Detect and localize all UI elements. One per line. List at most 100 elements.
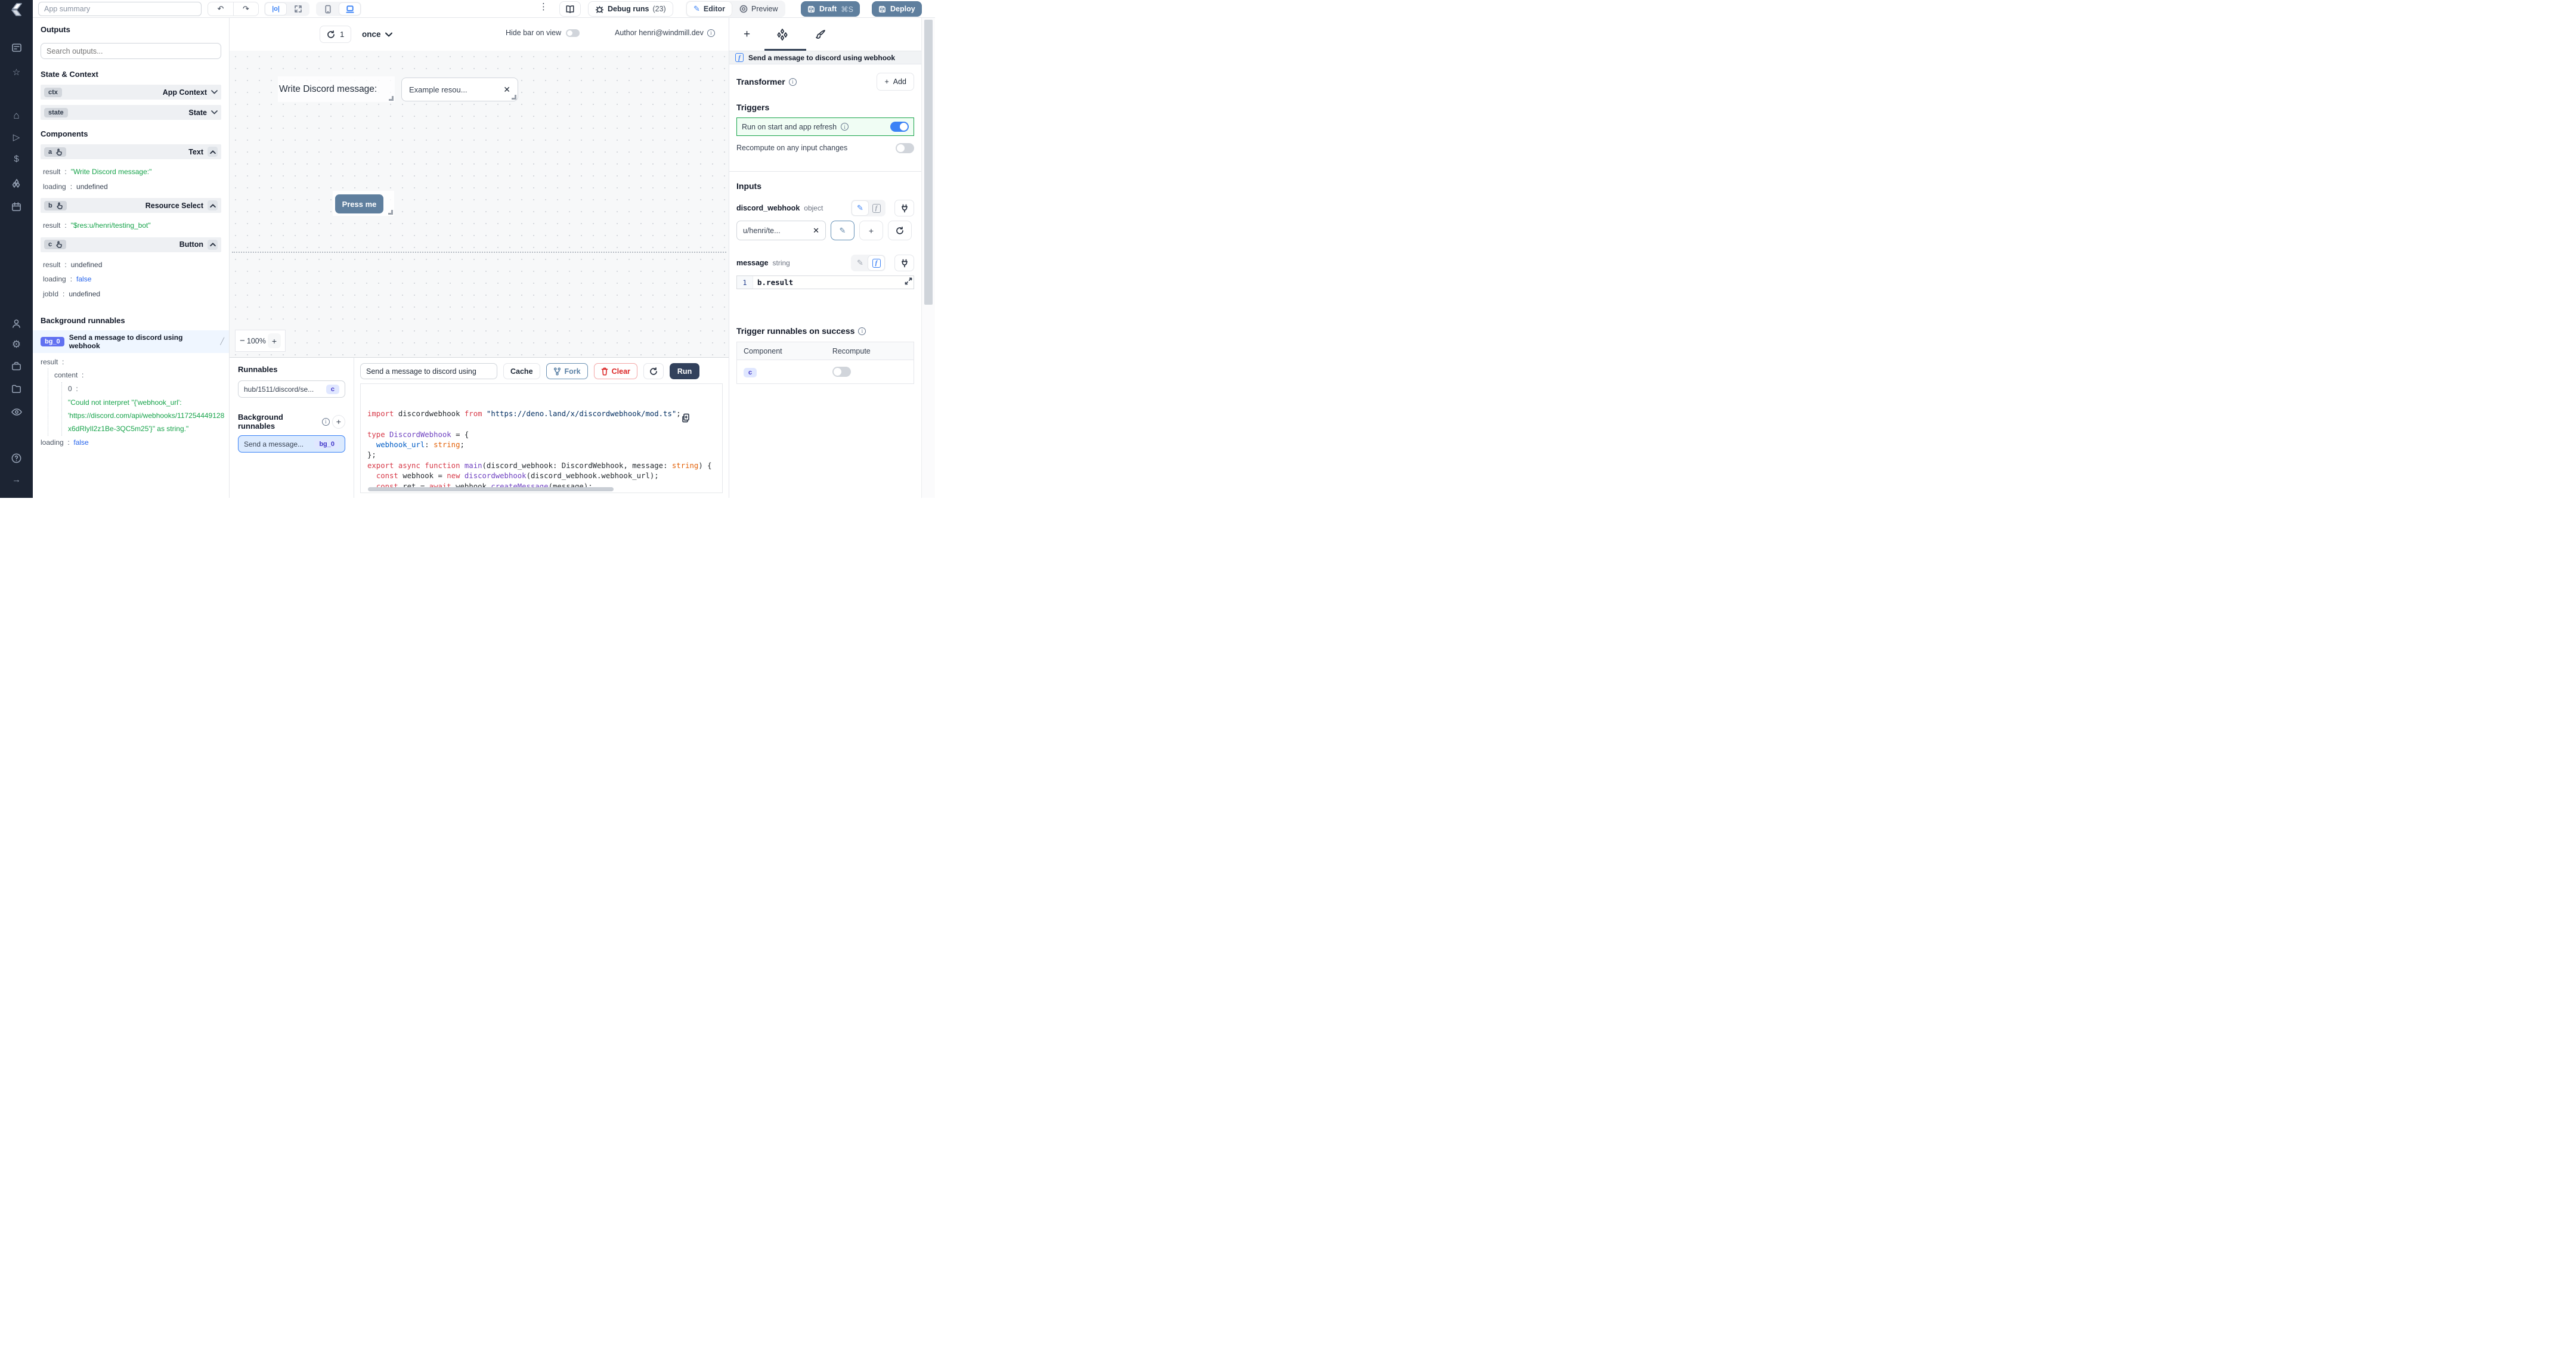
input-mode-toggle: ✎ f <box>851 200 886 216</box>
zoom-out-button[interactable]: − <box>240 336 245 346</box>
search-outputs-input[interactable] <box>41 43 221 59</box>
refresh-resource-button[interactable] <box>888 221 912 240</box>
draft-button[interactable]: Draft ⌘S <box>801 1 860 17</box>
scrollbar-track[interactable] <box>921 18 935 498</box>
pointer-hand-icon <box>57 202 63 209</box>
docs-book-button[interactable] <box>559 1 581 17</box>
resource-select-component[interactable]: Example resou... ✕ <box>401 78 518 101</box>
clear-resource-icon[interactable]: ✕ <box>813 226 819 236</box>
clear-button[interactable]: Clear <box>593 363 637 379</box>
chevron-up-icon[interactable] <box>208 200 218 211</box>
resize-handle[interactable] <box>388 210 393 215</box>
ctx-row[interactable]: ctx App Context <box>41 85 221 100</box>
align-center-icon[interactable]: |o| <box>265 3 286 15</box>
info-icon: i <box>321 417 330 426</box>
scrollbar-thumb[interactable] <box>924 20 933 305</box>
audit-eye-icon[interactable] <box>0 406 33 418</box>
resources-icon[interactable] <box>0 178 33 190</box>
fork-button[interactable]: Fork <box>546 363 588 379</box>
state-badge: state <box>44 107 68 117</box>
expand-editor-icon[interactable] <box>905 277 912 285</box>
chevron-up-icon[interactable] <box>208 239 218 250</box>
message-expression-editor[interactable]: 1 b.result <box>736 275 914 289</box>
run-on-start-toggle[interactable] <box>890 122 909 132</box>
info-icon[interactable]: i <box>841 123 849 131</box>
deploy-button[interactable]: Deploy <box>872 1 922 17</box>
add-bg-runnable-button[interactable]: + <box>332 414 345 429</box>
run-button[interactable]: Run <box>669 363 700 379</box>
canvas-grid[interactable]: Write Discord message: Example resou... … <box>230 51 729 357</box>
tab-editor[interactable]: ✎ Editor <box>687 2 732 16</box>
fullscreen-icon[interactable] <box>287 3 308 15</box>
horizontal-scrollbar[interactable] <box>368 487 614 491</box>
recompute-c-toggle[interactable] <box>832 367 851 377</box>
add-resource-button[interactable]: + <box>859 221 883 240</box>
code-editor[interactable]: import discordwebhook from "https://deno… <box>360 383 723 493</box>
tab-preview[interactable]: Preview <box>733 2 784 16</box>
settings-gear-icon[interactable]: ⚙ <box>0 339 33 351</box>
cache-button[interactable]: Cache <box>503 363 540 379</box>
workspace-briefcase-icon[interactable] <box>0 361 33 372</box>
info-icon[interactable]: i <box>858 327 866 335</box>
desktop-icon[interactable] <box>339 3 360 15</box>
resize-handle[interactable] <box>512 95 516 100</box>
app-summary-input[interactable] <box>38 2 202 16</box>
zoom-in-button[interactable]: + <box>268 333 281 348</box>
state-row[interactable]: state State <box>41 105 221 120</box>
home-icon[interactable]: ⌂ <box>0 110 33 122</box>
recompute-toggle[interactable] <box>896 143 914 153</box>
help-question-icon[interactable] <box>0 453 33 464</box>
line-number: 1 <box>737 276 753 289</box>
runnable-item-bg0[interactable]: Send a message... bg_0 <box>238 435 345 453</box>
runnable-item-hub[interactable]: hub/1511/discord/se... c <box>238 380 345 398</box>
static-mode-pencil-icon[interactable]: ✎ <box>852 256 868 270</box>
connect-plug-icon[interactable] <box>894 255 914 271</box>
tab-components-icon[interactable] <box>776 28 789 41</box>
more-menu-icon[interactable]: ⋮ <box>539 1 548 12</box>
chevron-up-icon[interactable] <box>208 147 218 157</box>
eval-mode-f-icon[interactable]: f <box>868 256 884 270</box>
variables-dollar-icon[interactable]: $ <box>0 154 33 164</box>
debug-runs-button[interactable]: Debug runs (23) <box>588 1 673 17</box>
redo-button[interactable]: ↷ <box>233 2 258 16</box>
clear-selection-icon[interactable]: ✕ <box>503 85 510 95</box>
copy-code-icon[interactable] <box>682 392 717 444</box>
info-icon[interactable]: i <box>707 29 715 37</box>
prop-key: loading <box>43 182 66 191</box>
resize-handle[interactable] <box>389 96 394 101</box>
component-a-header[interactable]: a Text <box>41 144 221 159</box>
connect-plug-icon[interactable] <box>894 200 914 216</box>
edit-resource-button[interactable]: ✎ <box>831 221 854 240</box>
star-icon[interactable]: ☆ <box>0 67 33 78</box>
add-transformer-button[interactable]: + Add <box>877 73 914 91</box>
chevron-down-icon[interactable] <box>211 90 218 94</box>
resource-picker[interactable]: u/henri/te... ✕ <box>736 221 826 240</box>
mobile-icon[interactable] <box>317 3 338 15</box>
info-icon[interactable]: i <box>788 78 797 86</box>
eval-mode-f-icon[interactable]: f <box>868 201 884 215</box>
folders-icon[interactable] <box>0 383 33 395</box>
text-component[interactable]: Write Discord message: <box>278 76 395 102</box>
component-c-header[interactable]: c Button <box>41 237 221 252</box>
runs-play-icon[interactable]: ▷ <box>0 132 33 143</box>
bg0-row[interactable]: bg_0 Send a message to discord using web… <box>33 330 229 353</box>
windmill-logo[interactable] <box>0 2 33 17</box>
edit-pencil-icon[interactable]: ╱ <box>220 337 224 345</box>
tab-insert-plus-icon[interactable]: + <box>744 28 750 41</box>
undo-button[interactable]: ↶ <box>208 2 233 16</box>
user-icon[interactable] <box>0 318 33 329</box>
hide-bar-toggle[interactable] <box>566 29 580 37</box>
refresh-code-button[interactable] <box>643 363 664 379</box>
collapse-arrow-icon[interactable]: → <box>0 475 33 485</box>
component-c-badge: c <box>744 367 757 377</box>
runnable-name-input[interactable] <box>360 363 497 379</box>
tab-style-brush-icon[interactable] <box>815 29 826 41</box>
component-b-header[interactable]: b Resource Select <box>41 198 221 213</box>
chevron-down-icon[interactable] <box>211 110 218 114</box>
press-me-button[interactable]: Press me <box>335 194 383 213</box>
schedule-dropdown[interactable]: once <box>362 26 392 43</box>
refresh-count-button[interactable]: 1 <box>320 26 352 43</box>
static-mode-pencil-icon[interactable]: ✎ <box>852 201 868 215</box>
reader-icon[interactable] <box>0 42 33 54</box>
schedules-calendar-icon[interactable] <box>0 201 33 212</box>
